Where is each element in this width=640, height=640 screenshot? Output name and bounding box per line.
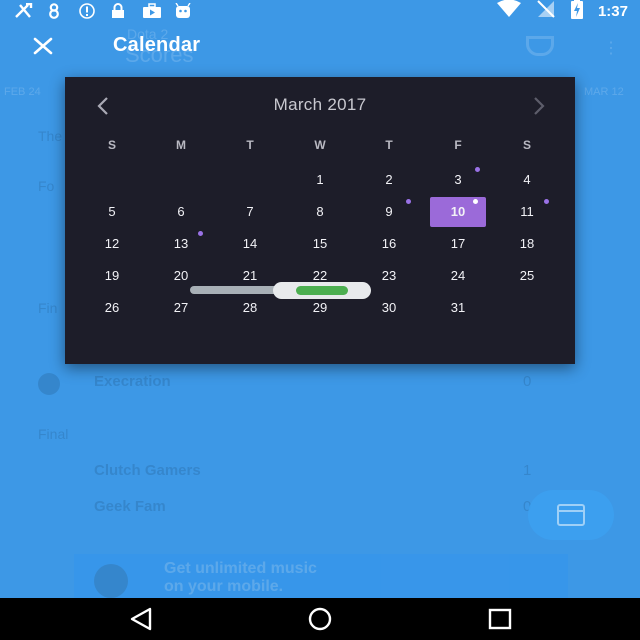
close-button[interactable] [26,30,60,62]
home-circle-icon [308,607,332,631]
no-sim-icon [536,0,556,23]
wifi-icon [496,0,522,23]
calendar-day[interactable]: 12 [84,229,140,259]
calendar-dialog: March 2017 SMTWTFS 1 2 3 4 5 6 7 8 9 10 11 12 13 14 15… [65,77,575,364]
bg-team-execration-score: 0 [523,373,532,390]
calendar-day[interactable]: 18 [499,229,555,259]
scroll-handle[interactable] [273,282,371,299]
bg-ad-line1: Get unlimited music [164,560,317,577]
calendar-day[interactable]: 14 [222,229,278,259]
status-time: 1:37 [597,2,628,20]
calendar-day[interactable]: 27 [153,293,209,323]
home-button[interactable] [305,606,335,632]
fab-calendar-button[interactable] [528,490,614,540]
calendar-day[interactable]: 1 [292,165,348,195]
calendar-day[interactable]: 31 [430,293,486,323]
briefcase-play-icon [142,3,161,19]
calendar-day[interactable]: 4 [499,165,555,195]
bg-date-left: FEB 24 [4,86,41,98]
event-dot [473,199,478,204]
bg-section-label: Fin [38,300,58,316]
bg-section-final: Final [38,426,69,442]
calendar-day[interactable]: 30 [361,293,417,323]
chevron-right-icon [534,97,545,115]
event-dot [475,167,480,172]
event-dot [544,199,549,204]
lock-icon [110,3,128,19]
calendar-day[interactable]: 5 [84,197,140,227]
calendar-day[interactable]: 26 [84,293,140,323]
android-icon [174,2,192,19]
alert-icon [78,3,96,19]
system-nav-bar [0,598,640,640]
weekday-label: F [454,138,462,152]
scroll-track [190,286,286,294]
weekday-label: T [385,138,393,152]
month-title: March 2017 [273,95,367,114]
close-icon [33,37,53,55]
status-system-icons: 1:37 [496,0,628,23]
bg-team-execration: Execration [94,373,171,390]
bg-row-label-1: The [38,128,63,144]
status-bar: 1:37 [0,0,640,22]
app-bar: Calendar [0,22,640,70]
bg-team-geek: Geek Fam [94,498,166,515]
calendar-day[interactable]: 7 [222,197,278,227]
recents-button[interactable] [485,606,515,632]
calendar-icon [557,504,585,526]
bg-ad-line2: on your mobile. [164,578,284,595]
back-triangle-icon [130,607,152,631]
tools-icon [14,2,33,19]
spotify-icon [94,564,128,598]
calendar-day[interactable]: 19 [84,261,140,291]
bg-row-label-2: Fo [38,178,55,194]
team-logo-icon [38,373,60,395]
calendar-day[interactable]: 24 [430,261,486,291]
bg-team-clutch-score: 1 [523,462,532,479]
bg-team-clutch: Clutch Gamers [94,462,201,479]
weekday-label: S [107,138,116,152]
calendar-day[interactable]: 17 [430,229,486,259]
recents-square-icon [488,608,512,630]
weekday-label: T [246,138,254,152]
status-notification-icons [14,2,192,20]
weekday-label: S [522,138,531,152]
calendar-day[interactable]: 25 [499,261,555,291]
battery-charging-icon [570,0,584,24]
weekday-label: M [176,138,186,152]
eight-icon [46,3,64,19]
calendar-day[interactable]: 16 [361,229,417,259]
calendar-day[interactable]: 28 [222,293,278,323]
calendar-day[interactable]: 8 [292,197,348,227]
page-title: Calendar [113,34,201,56]
calendar-day[interactable]: 15 [292,229,348,259]
calendar-day[interactable]: 2 [361,165,417,195]
event-dot [406,199,411,204]
bg-date-right: MAR 12 [584,86,624,98]
weekday-label: W [314,138,326,152]
back-button[interactable] [126,606,156,632]
event-dot [198,231,203,236]
calendar-day[interactable]: 6 [153,197,209,227]
scroll-handle-indicator [296,286,348,295]
next-month-button[interactable] [525,93,551,119]
